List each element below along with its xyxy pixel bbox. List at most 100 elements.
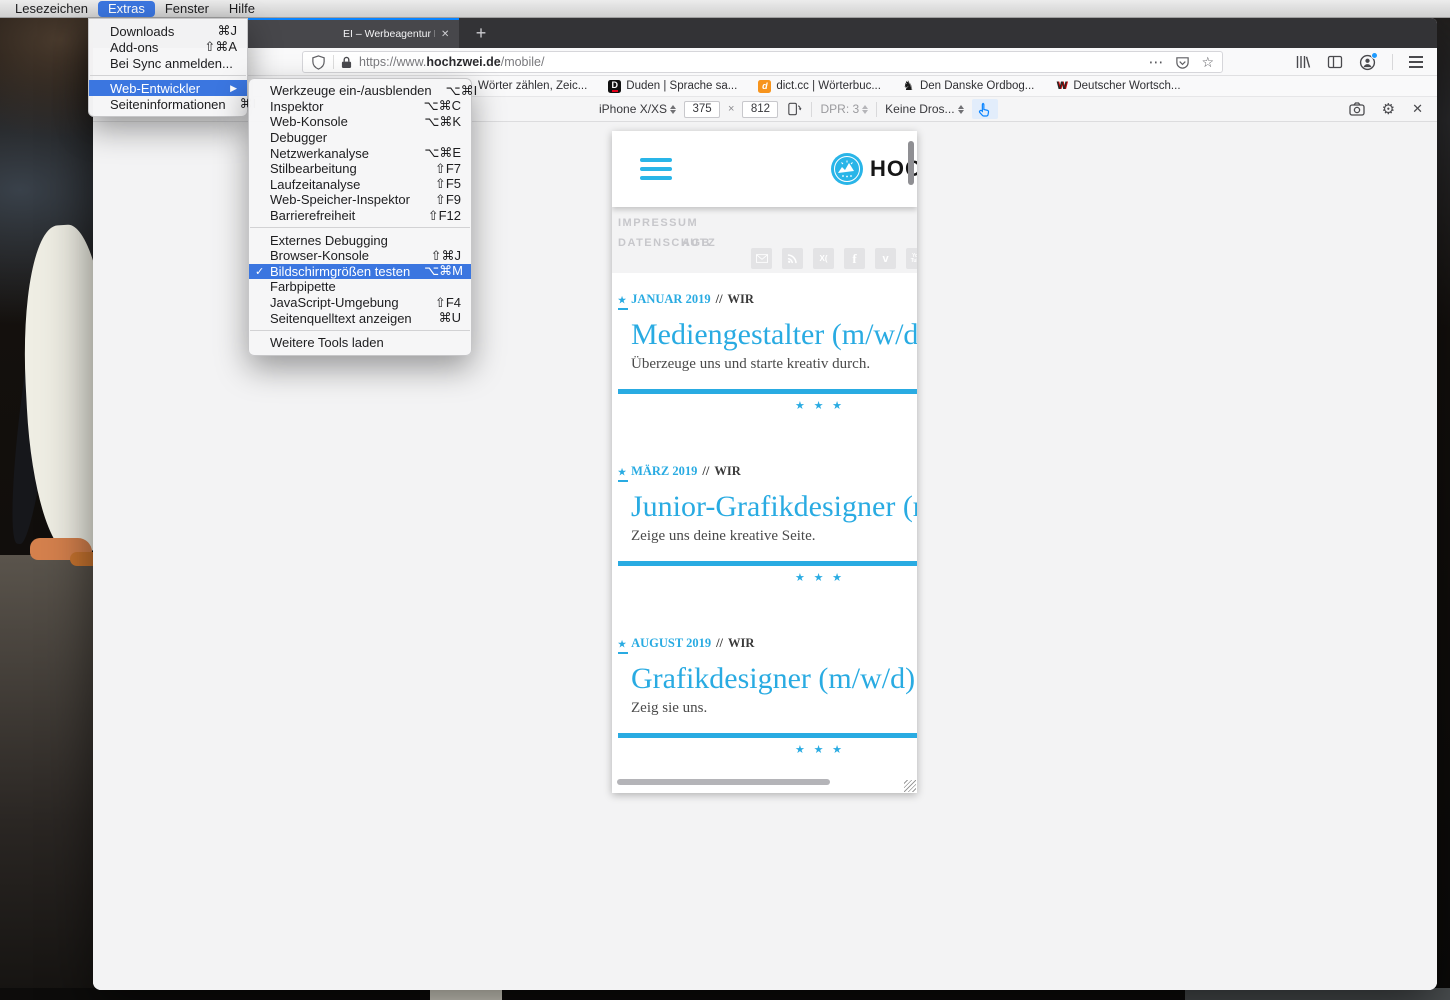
listing-title[interactable]: Junior-Grafikdesigner (m/w/d) bbox=[631, 490, 917, 524]
star-icon: ★ bbox=[618, 639, 626, 650]
account-icon[interactable] bbox=[1359, 54, 1376, 71]
tab-close-icon[interactable]: ✕ bbox=[441, 29, 449, 40]
bookmark-wortschatz[interactable]: W Deutscher Wortsch... bbox=[1055, 80, 1180, 93]
touch-simulation-button[interactable] bbox=[972, 99, 998, 119]
stars-divider: ★ ★ ★ bbox=[618, 399, 917, 412]
menu-item-bildschirmgroessen-testen[interactable]: ✓ Bildschirmgrößen testen⌥⌘M bbox=[249, 264, 471, 280]
wortschatz-icon: W bbox=[1055, 80, 1068, 93]
lock-icon[interactable] bbox=[341, 56, 352, 69]
menu-item-seitenquelltext[interactable]: Seitenquelltext anzeigen⌘U bbox=[249, 310, 471, 326]
dictcc-icon: d bbox=[758, 80, 771, 93]
social-icons-row: X( f v YouTube bbox=[751, 248, 917, 269]
dog-icon: ♞ bbox=[902, 80, 915, 93]
url-text: https://www.hochzwei.de/mobile/ bbox=[359, 55, 545, 69]
throttling-selector[interactable]: Keine Dros... bbox=[885, 102, 963, 116]
site-menu-hamburger-icon[interactable] bbox=[640, 158, 672, 180]
xing-icon[interactable]: X( bbox=[813, 248, 834, 269]
vimeo-icon[interactable]: v bbox=[875, 248, 896, 269]
youtube-icon[interactable]: YouTube bbox=[906, 248, 917, 269]
menu-item-werkzeuge[interactable]: Werkzeuge ein-/ausblenden⌥⌘I bbox=[249, 83, 471, 99]
rss-icon[interactable] bbox=[782, 248, 803, 269]
menu-item-externes-debugging[interactable]: Externes Debugging bbox=[249, 232, 471, 248]
menu-item-browser-konsole[interactable]: Browser-Konsole⇧⌘J bbox=[249, 248, 471, 264]
menu-item-barrierefreiheit[interactable]: Barrierefreiheit⇧F12 bbox=[249, 208, 471, 224]
checkmark-icon: ✓ bbox=[255, 265, 264, 278]
menu-separator bbox=[250, 330, 470, 331]
stars-divider: ★ ★ ★ bbox=[618, 743, 917, 756]
hochzwei-logo-icon[interactable] bbox=[831, 153, 863, 185]
rotate-device-icon[interactable] bbox=[786, 101, 803, 117]
url-bar[interactable]: https://www.hochzwei.de/mobile/ ⋯ ☆ bbox=[302, 51, 1223, 73]
menu-item-addons[interactable]: Add-ons ⇧⌘A bbox=[89, 39, 247, 55]
viewport-vertical-scrollbar[interactable] bbox=[908, 141, 914, 185]
dpr-selector[interactable]: DPR: 3 bbox=[820, 102, 868, 116]
menubar-hilfe[interactable]: Hilfe bbox=[219, 1, 265, 17]
viewport-resize-handle[interactable] bbox=[904, 780, 916, 792]
menu-item-stilbearbeitung[interactable]: Stilbearbeitung⇧F7 bbox=[249, 161, 471, 177]
bookmark-woerter[interactable]: Wörter zählen, Zeic... bbox=[478, 80, 587, 92]
menubar-extras[interactable]: Extras bbox=[98, 1, 155, 17]
menu-item-inspektor[interactable]: Inspektor⌥⌘C bbox=[249, 99, 471, 115]
menu-item-web-speicher[interactable]: Web-Speicher-Inspektor⇧F9 bbox=[249, 192, 471, 208]
bookmark-dictcc[interactable]: d dict.cc | Wörterbuc... bbox=[758, 80, 881, 93]
link-agb[interactable]: AGB bbox=[682, 237, 711, 249]
menu-item-web-konsole[interactable]: Web-Konsole⌥⌘K bbox=[249, 114, 471, 130]
menu-item-web-entwickler[interactable]: Web-Entwickler ▶ bbox=[89, 80, 247, 96]
stars-divider: ★ ★ ★ bbox=[618, 571, 917, 584]
toolbar-right-icons bbox=[1295, 48, 1423, 76]
viewport-width-input[interactable] bbox=[684, 101, 720, 118]
submenu-arrow-icon: ▶ bbox=[230, 83, 237, 94]
menu-item-sync[interactable]: Bei Sync anmelden... bbox=[89, 55, 247, 71]
listing-date-line: ★ JANUAR 2019 // WIR bbox=[618, 292, 754, 307]
rdm-controls: iPhone X/XS × DPR: 3 Keine Dros... bbox=[599, 97, 998, 121]
navigation-toolbar: https://www.hochzwei.de/mobile/ ⋯ ☆ bbox=[93, 48, 1437, 76]
stepper-icon bbox=[958, 105, 964, 114]
menu-item-debugger[interactable]: Debugger bbox=[249, 130, 471, 146]
webdev-submenu: Werkzeuge ein-/ausblenden⌥⌘I Inspektor⌥⌘… bbox=[248, 78, 472, 356]
library-icon[interactable] bbox=[1295, 54, 1311, 70]
facebook-icon[interactable]: f bbox=[844, 248, 865, 269]
tab-hochzwei[interactable]: EI – Werbeagentur Fle ✕ bbox=[243, 18, 459, 48]
listing-title[interactable]: Grafikdesigner (m/w/d) bbox=[631, 662, 915, 696]
rdm-close-icon[interactable]: ✕ bbox=[1412, 101, 1423, 117]
listing-title[interactable]: Mediengestalter (m/w/d) bbox=[631, 318, 917, 352]
listing-dash bbox=[618, 308, 628, 310]
pocket-icon[interactable] bbox=[1175, 55, 1190, 70]
extras-dropdown-menu: Downloads ⌘J Add-ons ⇧⌘A Bei Sync anmeld… bbox=[88, 18, 248, 117]
device-selector[interactable]: iPhone X/XS bbox=[599, 102, 676, 116]
menu-item-seiteninformationen[interactable]: Seiteninformationen ⌘I bbox=[89, 96, 247, 112]
macos-menu-bar: Lesezeichen Extras Fenster Hilfe bbox=[0, 0, 1450, 18]
menubar-lesezeichen[interactable]: Lesezeichen bbox=[5, 1, 98, 17]
new-tab-button[interactable]: + bbox=[469, 21, 493, 45]
menu-item-weitere-tools[interactable]: Weitere Tools laden bbox=[249, 335, 471, 351]
rdm-settings-gear-icon[interactable]: ⚙ bbox=[1382, 100, 1395, 118]
bookmark-star-icon[interactable]: ☆ bbox=[1201, 54, 1214, 71]
menu-item-javascript-umgebung[interactable]: JavaScript-Umgebung⇧F4 bbox=[249, 295, 471, 311]
bookmark-duden[interactable]: D Duden | Sprache sa... bbox=[608, 80, 737, 93]
stepper-icon bbox=[670, 105, 676, 114]
link-impressum[interactable]: IMPRESSUM bbox=[618, 217, 698, 229]
wallpaper-rock bbox=[0, 555, 100, 1000]
viewport-height-input[interactable] bbox=[742, 101, 778, 118]
urlbar-divider bbox=[333, 55, 334, 69]
menu-item-laufzeitanalyse[interactable]: Laufzeitanalyse⇧F5 bbox=[249, 177, 471, 193]
menubar-fenster[interactable]: Fenster bbox=[155, 1, 219, 17]
screenshot-camera-icon[interactable] bbox=[1349, 102, 1365, 116]
tab-title: EI – Werbeagentur Fle bbox=[343, 28, 435, 40]
menu-item-farbpipette[interactable]: Farbpipette bbox=[249, 279, 471, 295]
site-header: HOCHZWEI bbox=[612, 131, 917, 207]
listing-subtitle: Überzeuge uns und starte kreativ durch. bbox=[631, 356, 870, 373]
viewport-horizontal-scrollbar[interactable] bbox=[617, 779, 830, 785]
duden-icon: D bbox=[608, 80, 621, 93]
bookmark-ordbog[interactable]: ♞ Den Danske Ordbog... bbox=[902, 80, 1034, 93]
star-icon: ★ bbox=[618, 295, 626, 306]
sidebar-icon[interactable] bbox=[1327, 54, 1343, 70]
page-actions-icon[interactable]: ⋯ bbox=[1148, 53, 1164, 71]
tracking-shield-icon[interactable] bbox=[311, 55, 326, 70]
app-menu-icon[interactable] bbox=[1409, 56, 1423, 68]
mail-icon[interactable] bbox=[751, 248, 772, 269]
menu-item-netzwerkanalyse[interactable]: Netzwerkanalyse⌥⌘E bbox=[249, 145, 471, 161]
listing-rule bbox=[618, 561, 917, 566]
menu-item-downloads[interactable]: Downloads ⌘J bbox=[89, 23, 247, 39]
tab-bar: EI – Werbeagentur Fle ✕ + bbox=[93, 18, 1437, 48]
